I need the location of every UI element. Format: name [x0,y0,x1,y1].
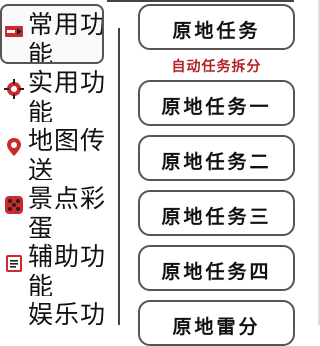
sidebar-item-label: 景点彩蛋 [28,184,106,238]
sidebar-divider [118,28,120,325]
task-button-in-place[interactable]: 原地任务 [138,4,295,50]
task-button-4[interactable]: 原地任务四 [138,245,295,291]
tag-icon [5,26,23,37]
sidebar-item-label: 实用功能 [28,68,106,122]
task-button-label: 原地任务二 [161,151,272,173]
sidebar-item-label: 辅助功能 [28,242,106,296]
sidebar-item-label: 娱乐功能 [28,300,106,325]
task-button-label: 原地任务一 [161,96,272,118]
sidebar-item-utility[interactable]: 实用功能 [0,62,106,122]
dice-icon [5,196,23,214]
sidebar-item-easter-eggs[interactable]: 景点彩蛋 [0,178,106,238]
task-button-2[interactable]: 原地任务二 [138,135,295,181]
task-button-label: 原地任务四 [161,261,272,283]
sidebar-item-label: 常用功能 [28,10,104,64]
sidebar-item-label: 地图传送 [28,126,106,180]
sidebar-item-map-teleport[interactable]: 地图传送 [0,120,106,180]
task-button-label: 原地任务 [172,20,261,42]
sidebar-item-assist[interactable]: 辅助功能 [0,236,106,296]
top-divider [107,0,294,2]
section-title: 自动任务拆分 [171,59,262,75]
task-button-5[interactable]: 原地雷分 [138,300,295,346]
sidebar-item-entertainment[interactable]: 娱乐功能 [0,294,106,325]
task-button-1[interactable]: 原地任务一 [138,80,295,126]
clipboard-icon [6,255,22,272]
sidebar-item-common[interactable]: 常用功能 [0,4,104,64]
task-button-label: 原地雷分 [172,316,261,338]
crosshair-icon [4,79,24,99]
category-sidebar: 常用功能 实用功能 地图传送 景点彩蛋 辅助功能 娱乐功 [0,0,108,325]
task-button-label: 原地任务三 [161,206,272,228]
map-pin-icon [7,138,21,156]
task-button-3[interactable]: 原地任务三 [138,190,295,236]
